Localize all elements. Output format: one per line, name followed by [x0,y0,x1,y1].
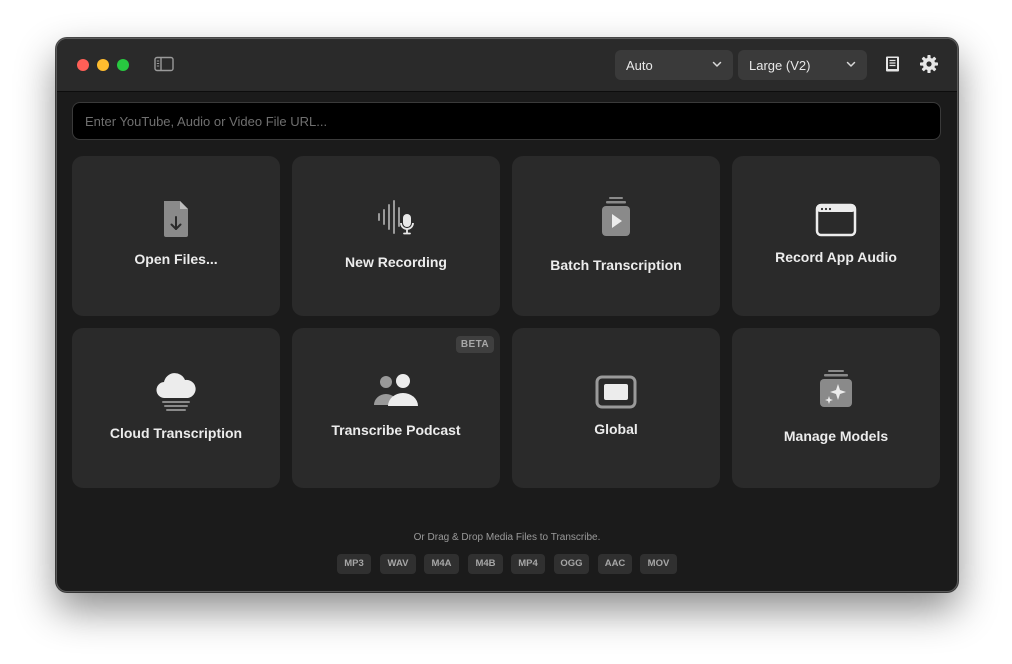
url-input[interactable] [72,102,941,140]
beta-badge: BETA [455,336,494,353]
open-files-card[interactable]: Open Files... [72,156,280,316]
close-window-button[interactable] [77,59,89,71]
language-dropdown-value: Auto [626,57,653,73]
new-recording-card[interactable]: New Recording [292,156,500,316]
document-download-icon [164,201,188,237]
card-label: Open Files... [134,251,218,267]
card-label: Transcribe Podcast [331,422,461,438]
cloud-transcription-card[interactable]: Cloud Transcription [72,328,280,488]
app-window-icon [815,203,857,237]
book-icon[interactable] [883,54,903,74]
waveform-mic-icon [378,200,414,235]
card-label: Batch Transcription [550,257,682,273]
model-dropdown-value: Large (V2) [749,57,811,73]
card-label: Cloud Transcription [109,425,243,441]
model-dropdown[interactable]: Large (V2) [738,50,867,80]
app-window: Auto Large (V2) Enter YouTube, Audio or … [56,38,958,592]
language-dropdown[interactable]: Auto [615,50,733,80]
batch-transcription-card[interactable]: Batch Transcription [512,156,720,316]
zoom-window-button[interactable] [117,59,129,71]
transcribe-podcast-card[interactable]: BETA Transcribe Podcast [292,328,500,488]
chevron-down-icon [846,59,856,71]
format-badge: WAV [380,554,416,574]
stacked-play-icon [602,197,630,236]
format-badge: MP3 [337,554,371,574]
chevron-down-icon [712,59,722,71]
format-badge: M4B [468,554,503,574]
title-bar: Auto Large (V2) [57,39,957,92]
display-icon [595,375,637,409]
people-icon [374,374,418,406]
supported-formats: MP3 WAV M4A M4B MP4 OGG AAC MOV [337,554,677,574]
card-label: Global [594,421,638,437]
gear-icon[interactable] [919,54,939,74]
format-badge: MP4 [511,554,545,574]
card-label: Manage Models [783,428,889,444]
format-badge: OGG [554,554,589,574]
card-label: New Recording [345,254,447,270]
global-card[interactable]: Global [512,328,720,488]
sidebar-toggle-icon[interactable] [154,56,174,72]
drag-drop-hint: Or Drag & Drop Media Files to Transcribe… [413,532,601,543]
card-label: Record App Audio [775,249,897,265]
manage-models-card[interactable]: Manage Models [732,328,940,488]
format-badge: AAC [598,554,632,574]
cloud-icon [156,373,196,411]
format-badge: M4A [424,554,459,574]
format-badge: MOV [640,554,677,574]
minimize-window-button[interactable] [97,59,109,71]
sparkles-stack-icon [820,370,852,407]
record-app-audio-card[interactable]: Record App Audio [732,156,940,316]
